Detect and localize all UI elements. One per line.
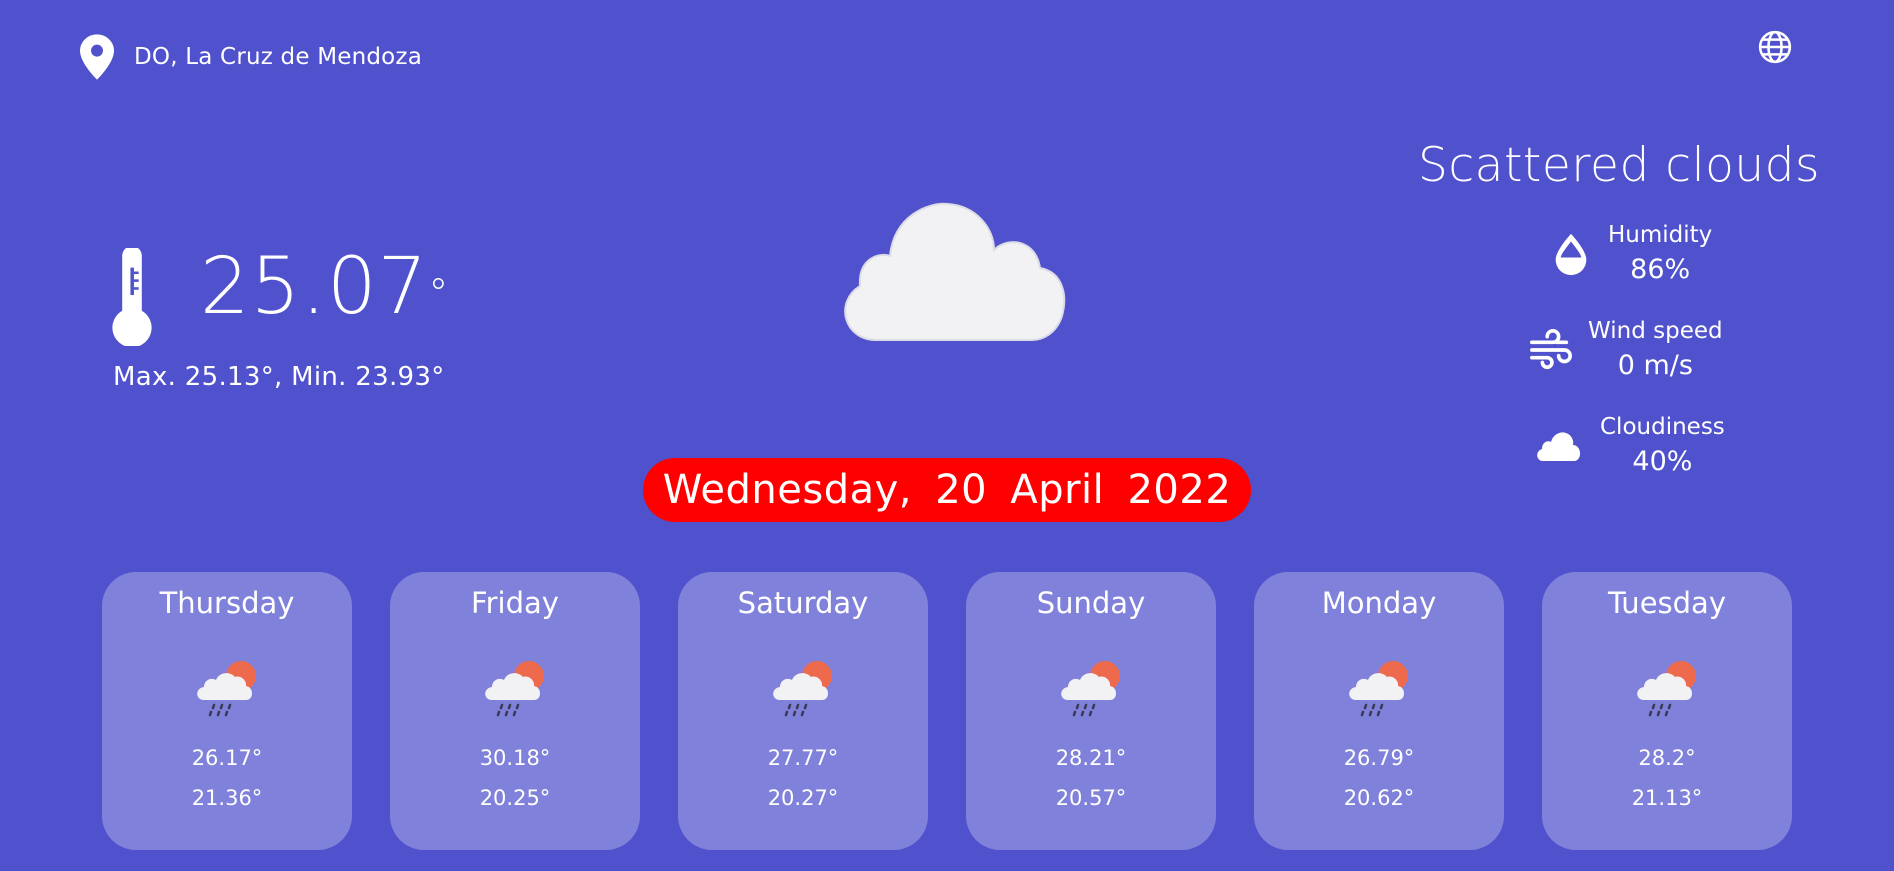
wind-value: 0 m/s (1617, 350, 1693, 381)
weather-description: Scattered clouds (1418, 138, 1820, 193)
degree-symbol: ° (428, 271, 450, 317)
forecast-day: Saturday (737, 586, 869, 620)
forecast-high: 30.18° (479, 746, 551, 770)
forecast-high: 27.77° (767, 746, 839, 770)
forecast-day: Friday (471, 586, 559, 620)
sun-cloud-rain-icon (197, 661, 256, 717)
cloud-icon (844, 202, 1066, 341)
humidity-value: 86% (1630, 254, 1691, 285)
forecast-high: 26.17° (191, 746, 263, 770)
current-date: Wednesday, 20 April 2022 (643, 458, 1251, 522)
forecast-low: 21.36° (191, 786, 263, 810)
sun-cloud-rain-icon (1637, 661, 1696, 717)
forecast-card: Friday 30.18° 20.25° (390, 572, 640, 850)
forecast-card: Monday 26.79° 20.62° (1254, 572, 1504, 850)
forecast-day: Thursday (159, 586, 295, 620)
forecast-card: Saturday 27.77° 20.27° (678, 572, 928, 850)
temperature-number: 25.07 (200, 242, 429, 332)
humidity-stat: Humidity 86% (1548, 222, 1712, 285)
forecast-low: 20.27° (767, 786, 839, 810)
wind-stat: Wind speed 0 m/s (1528, 318, 1723, 381)
location: DO, La Cruz de Mendoza (80, 34, 422, 80)
forecast-low: 20.62° (1343, 786, 1415, 810)
location-text: DO, La Cruz de Mendoza (134, 44, 423, 70)
cloudiness-value: 40% (1632, 446, 1693, 477)
forecast-card: Thursday 26.17° 21.36° (102, 572, 352, 850)
sun-cloud-rain-icon (1061, 661, 1120, 717)
forecast-high: 26.79° (1343, 746, 1415, 770)
globe-icon[interactable] (1758, 30, 1792, 64)
sun-cloud-rain-icon (1349, 661, 1408, 717)
forecast-low: 20.25° (479, 786, 551, 810)
sun-cloud-rain-icon (773, 661, 832, 717)
map-pin-icon (80, 34, 114, 80)
forecast-list: Thursday 26.17° 21.36° Friday 30.18° 20.… (102, 572, 1792, 850)
forecast-high: 28.21° (1055, 746, 1127, 770)
cloudiness-stat: Cloudiness 40% (1530, 414, 1725, 477)
humidity-drop-icon (1555, 233, 1587, 275)
humidity-label: Humidity (1608, 222, 1713, 248)
forecast-day: Monday (1321, 586, 1437, 620)
wind-icon (1530, 328, 1572, 369)
wind-label: Wind speed (1588, 318, 1723, 344)
temperature-minmax: Max. 25.13°, Min. 23.93° (113, 362, 445, 392)
thermometer-icon (112, 248, 152, 346)
forecast-day: Sunday (1036, 586, 1146, 620)
temperature-value: 25.07° (200, 248, 449, 326)
sun-cloud-rain-icon (485, 661, 544, 717)
forecast-card: Sunday 28.21° 20.57° (966, 572, 1216, 850)
forecast-card: Tuesday 28.2° 21.13° (1542, 572, 1792, 850)
cloudiness-label: Cloudiness (1600, 414, 1725, 440)
forecast-low: 21.13° (1631, 786, 1703, 810)
forecast-low: 20.57° (1055, 786, 1127, 810)
forecast-day: Tuesday (1608, 586, 1726, 620)
forecast-high: 28.2° (1638, 746, 1696, 770)
current-temperature: 25.07° (108, 240, 449, 346)
cloudiness-icon (1537, 431, 1581, 461)
